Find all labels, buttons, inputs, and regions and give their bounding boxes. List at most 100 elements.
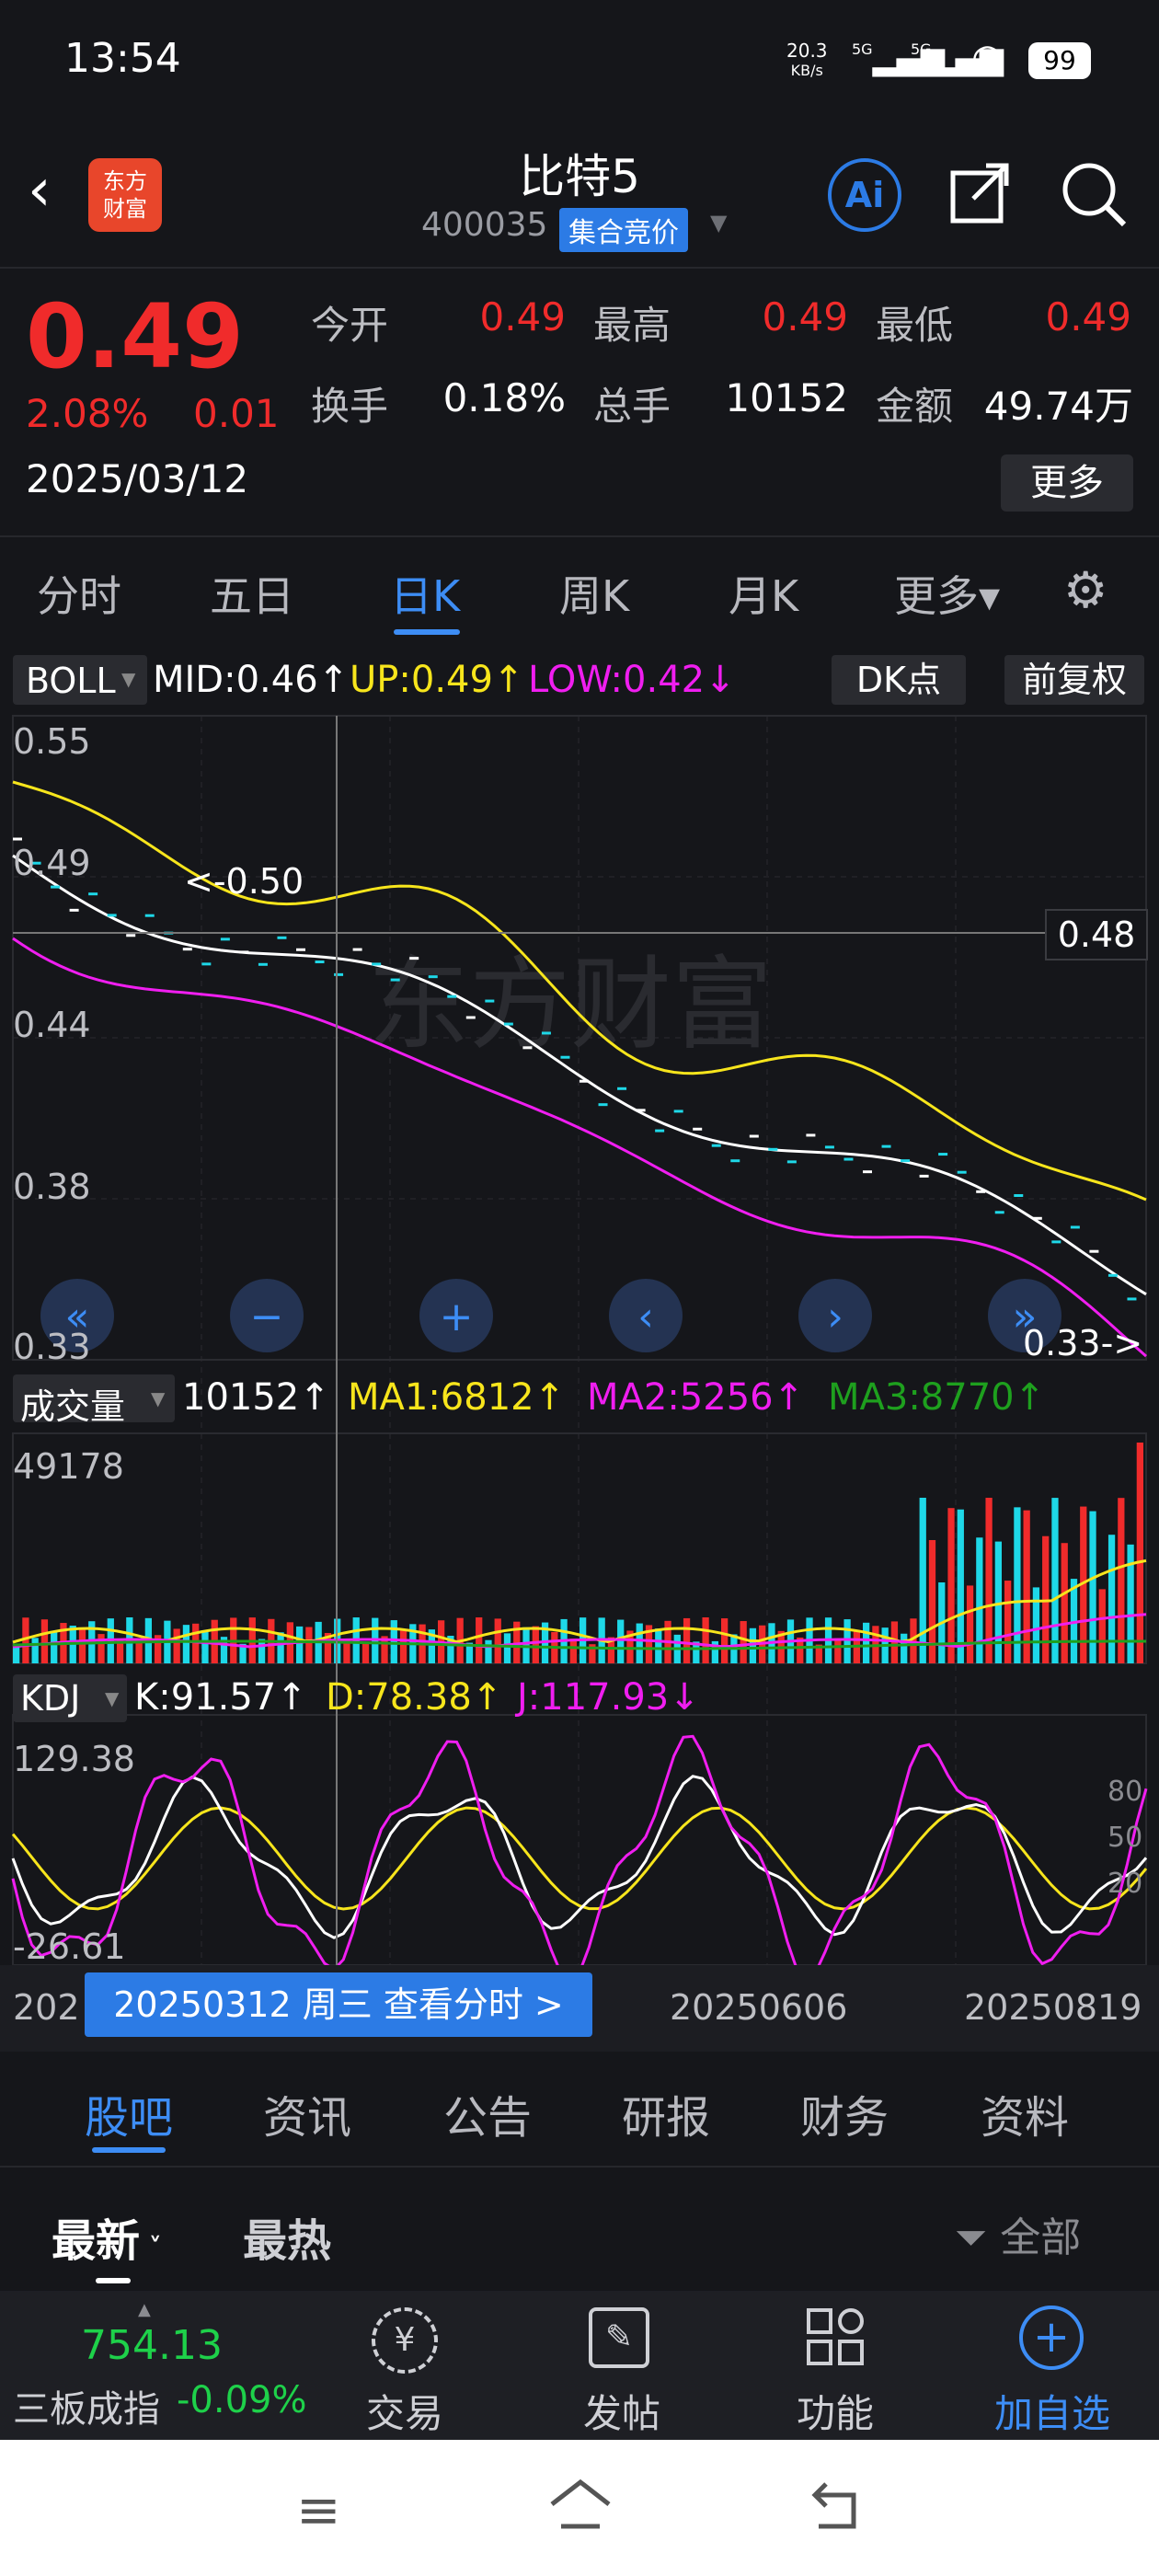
tab-profile[interactable]: 资料 — [981, 2081, 1069, 2145]
kline-chart[interactable]: 东方财富 «− + ‹ ›» — [0, 644, 1159, 2052]
min-marker: 0.33-> — [1023, 1323, 1143, 1363]
divider — [0, 2166, 1159, 2168]
kdj-ymax: 129.38 — [13, 1739, 135, 1779]
open-value: 0.49 — [479, 294, 566, 339]
signal-label-2: 5G — [911, 40, 932, 58]
home-icon[interactable] — [548, 2477, 613, 2532]
kdj-selector[interactable]: KDJ ▼ — [13, 1674, 127, 1722]
back-nav-icon[interactable] — [809, 2480, 865, 2532]
zoom-control-glyph: › — [827, 1294, 843, 1340]
search-icon[interactable] — [1060, 160, 1128, 228]
volume-bar — [617, 1619, 625, 1663]
quote-date: 2025/03/12 — [26, 456, 249, 501]
volume-value: 10152 — [725, 375, 848, 420]
zoom-controls[interactable]: «− + ‹ ›» — [40, 1279, 1061, 1352]
y-label: 0.33 — [13, 1327, 91, 1367]
tab-weekly-k[interactable]: 周K — [559, 563, 629, 624]
kdj-d-line — [11, 1806, 1148, 1911]
tab-news[interactable]: 资讯 — [263, 2081, 351, 2145]
sort-latest[interactable]: 最新 ˅ — [52, 2204, 162, 2269]
net-speed: 20.3 KB/s — [786, 40, 828, 81]
battery-icon: 99 — [1028, 42, 1091, 79]
sort-hot[interactable]: 最热 — [243, 2204, 331, 2269]
volume-bar — [901, 1633, 908, 1663]
volume-bar — [740, 1621, 747, 1663]
volume-ma2: MA2:5256↑ — [587, 1376, 805, 1419]
share-icon[interactable] — [949, 160, 1012, 224]
volume-bar — [1098, 1589, 1106, 1663]
ai-icon[interactable]: Ai — [828, 158, 901, 232]
date-label: 20250819 — [964, 1987, 1142, 2028]
volume-bar — [1051, 1498, 1059, 1663]
volume-bar — [485, 1639, 492, 1663]
kdj-ymin: -26.61 — [13, 1926, 126, 1967]
view-intraday-tooltip[interactable]: 20250312 周三 查看分时 > — [85, 1972, 592, 2037]
auction-badge: 集合竞价 — [559, 208, 688, 252]
grid-icon[interactable] — [806, 2307, 865, 2366]
zoom-control-glyph: ‹ — [637, 1294, 654, 1340]
volume-bar — [116, 1640, 124, 1663]
gear-icon[interactable]: ⚙ — [1063, 561, 1107, 619]
post-icon[interactable]: ✎ — [589, 2307, 649, 2368]
volume-bar — [399, 1629, 407, 1663]
volume-bar — [277, 1632, 284, 1663]
tab-more[interactable]: 更多▾ — [894, 563, 1000, 624]
volume-name: 成交量 — [20, 1386, 126, 1427]
function-button[interactable]: 功能 — [791, 2383, 879, 2439]
volume-bar — [182, 1625, 190, 1663]
caret-up-icon: ▲ — [138, 2300, 151, 2319]
tab-five-day[interactable]: 五日 — [210, 563, 294, 624]
add-watchlist-button[interactable]: 加自选 — [990, 2383, 1115, 2439]
volume-ymax: 49178 — [13, 1446, 124, 1487]
volume-bar — [51, 1631, 58, 1663]
volume-bar — [636, 1623, 643, 1663]
tab-intraday[interactable]: 分时 — [37, 563, 121, 624]
volume-bars — [13, 1443, 1143, 1663]
trade-button[interactable]: 交易 — [364, 2383, 445, 2439]
index-name[interactable]: 三板成指 — [13, 2379, 160, 2432]
tab-monthly-k[interactable]: 月K — [729, 563, 798, 624]
kdj-level: 80 — [1107, 1776, 1143, 1808]
divider — [0, 535, 1159, 537]
post-button[interactable]: 发帖 — [578, 2383, 666, 2439]
volume-bar — [702, 1617, 709, 1663]
kdj-lines — [11, 1734, 1148, 1984]
volume-bar — [834, 1638, 842, 1663]
volume-bar — [863, 1622, 870, 1663]
open-label: 今开 — [311, 303, 389, 348]
date-label: 20250606 — [670, 1987, 848, 2028]
volume-ma1: MA1:6812↑ — [348, 1376, 566, 1419]
change-amount: 0.01 — [193, 391, 280, 436]
tab-research[interactable]: 研报 — [622, 2081, 710, 2145]
y-label: 0.44 — [13, 1005, 91, 1045]
y-label: 0.55 — [13, 721, 91, 762]
stock-code: 400035 — [421, 206, 548, 244]
menu-icon[interactable]: ≡ — [296, 2478, 341, 2541]
plus-icon[interactable]: + — [1019, 2306, 1084, 2370]
volume-selector[interactable]: 成交量 ▼ — [13, 1374, 175, 1427]
tab-daily-k[interactable]: 日K — [390, 563, 460, 624]
dropdown-icon[interactable]: ▼ — [710, 210, 727, 236]
trade-icon[interactable]: ¥ — [372, 2307, 438, 2374]
high-value: 0.49 — [762, 294, 848, 339]
volume-bar — [296, 1626, 304, 1663]
volume-bar — [494, 1618, 501, 1663]
more-button[interactable]: 更多 — [1001, 454, 1133, 512]
wifi-icon: ◠ — [971, 37, 1004, 79]
volume-bar — [655, 1628, 662, 1663]
dropdown-icon: ▼ — [105, 1687, 120, 1709]
volume-bar — [569, 1639, 577, 1663]
volume-bar — [78, 1627, 86, 1663]
volume-bar — [721, 1618, 729, 1663]
sort-indicator — [96, 2278, 131, 2283]
filter-label: 全部 — [1000, 2214, 1082, 2261]
volume-bar — [40, 1619, 49, 1663]
tab-announcement[interactable]: 公告 — [443, 2081, 532, 2145]
filter-button[interactable]: ⏷ 全部 — [955, 2204, 1081, 2263]
tab-indicator — [92, 2147, 166, 2153]
kdj-d: D:78.38↑ — [326, 1676, 503, 1719]
index-value[interactable]: 754.13 — [81, 2322, 223, 2369]
tab-forum[interactable]: 股吧 — [85, 2081, 173, 2145]
volume-bar — [1014, 1507, 1021, 1663]
tab-finance[interactable]: 财务 — [800, 2081, 889, 2145]
